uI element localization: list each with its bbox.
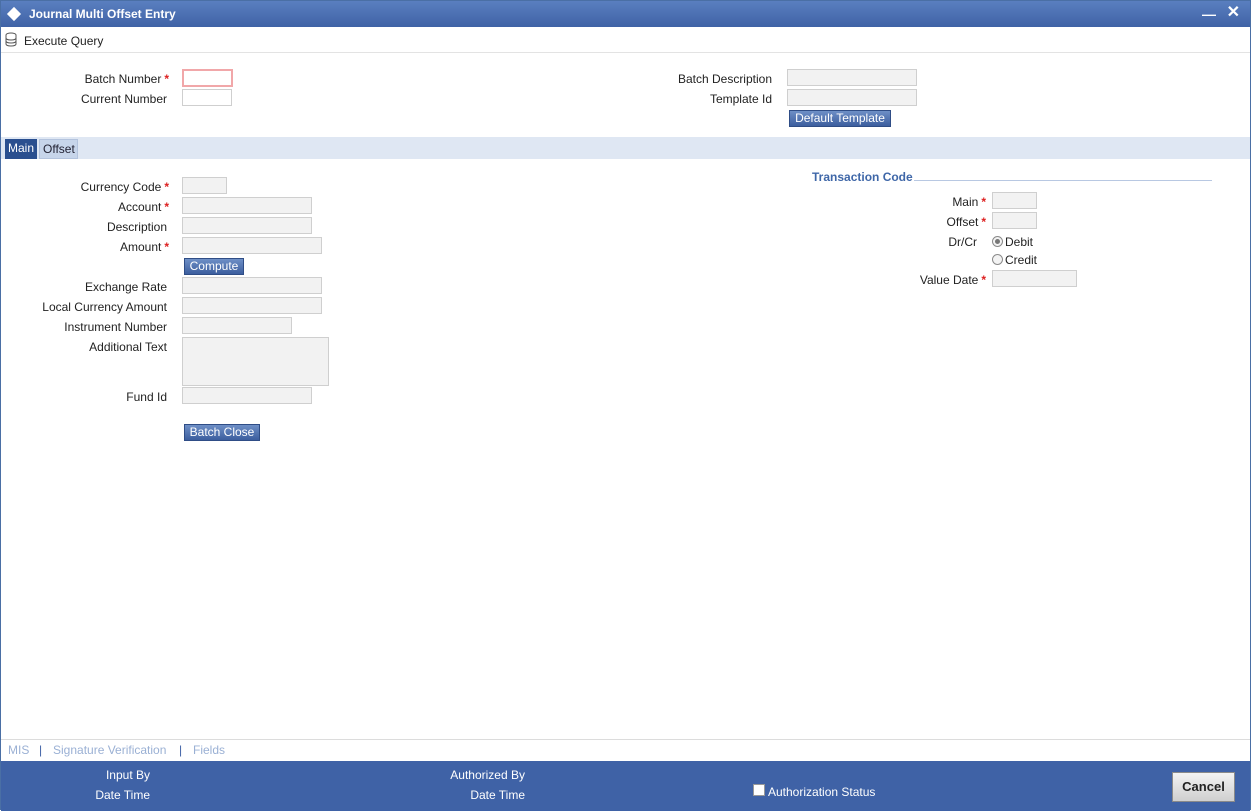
description-label: Description xyxy=(106,220,167,234)
currency-code-label: Currency Code * xyxy=(80,180,169,194)
section-divider xyxy=(914,180,1212,181)
instrument-number-input[interactable] xyxy=(182,317,292,334)
tc-offset-input[interactable] xyxy=(992,212,1037,229)
value-date-input[interactable] xyxy=(992,270,1077,287)
batch-description-input[interactable] xyxy=(787,69,917,86)
execute-query-button[interactable]: Execute Query xyxy=(24,34,103,48)
currency-code-input[interactable] xyxy=(182,177,227,194)
journal-multi-offset-window: Journal Multi Offset Entry — ✕ Execute Q… xyxy=(0,0,1251,811)
date-time-label-2: Date Time xyxy=(470,788,525,802)
additional-text-textarea[interactable] xyxy=(182,337,329,386)
batch-number-label: Batch Number * xyxy=(84,72,169,86)
mis-link[interactable]: MIS xyxy=(8,743,29,757)
fund-id-label: Fund Id xyxy=(126,390,167,404)
batch-close-button[interactable]: Batch Close xyxy=(184,424,260,441)
tc-main-label: Main * xyxy=(952,195,986,209)
account-input[interactable] xyxy=(182,197,312,214)
tab-offset[interactable]: Offset xyxy=(39,139,78,159)
current-number-label: Current Number xyxy=(80,92,167,106)
footer-bar: Input By Date Time Authorized By Date Ti… xyxy=(1,761,1250,811)
database-icon[interactable] xyxy=(4,32,20,48)
signature-verification-link[interactable]: Signature Verification xyxy=(53,743,166,757)
exchange-rate-label: Exchange Rate xyxy=(84,280,167,294)
amount-input[interactable] xyxy=(182,237,322,254)
tab-bar: Main Offset xyxy=(1,137,1250,159)
link-separator: | xyxy=(39,743,43,757)
compute-button[interactable]: Compute xyxy=(184,258,244,275)
authorized-by-label: Authorized By xyxy=(450,768,525,782)
fields-link[interactable]: Fields xyxy=(193,743,225,757)
authorization-status-checkbox[interactable] xyxy=(753,784,765,796)
account-label: Account * xyxy=(117,200,169,214)
authorization-status-label: Authorization Status xyxy=(768,785,876,799)
batch-number-input[interactable] xyxy=(182,69,233,87)
close-icon[interactable]: ✕ xyxy=(1227,5,1240,21)
minimize-icon[interactable]: — xyxy=(1202,7,1216,21)
credit-radio[interactable] xyxy=(992,254,1003,265)
debit-radio[interactable] xyxy=(992,236,1003,247)
tc-offset-label: Offset * xyxy=(946,215,986,229)
input-by-label: Input By xyxy=(105,768,150,782)
additional-text-label: Additional Text xyxy=(89,340,167,354)
link-separator: | xyxy=(179,743,183,757)
template-id-label: Template Id xyxy=(709,92,772,106)
template-id-input[interactable] xyxy=(787,89,917,106)
date-time-label-1: Date Time xyxy=(95,788,150,802)
title-bar: Journal Multi Offset Entry — ✕ xyxy=(1,1,1250,27)
window-diamond-icon xyxy=(6,6,22,22)
tc-main-input[interactable] xyxy=(992,192,1037,209)
current-number-input[interactable] xyxy=(182,89,232,106)
tab-main[interactable]: Main xyxy=(5,139,37,159)
description-input[interactable] xyxy=(182,217,312,234)
window-title: Journal Multi Offset Entry xyxy=(29,7,176,21)
bottom-links-bar: MIS | Signature Verification | Fields xyxy=(1,739,1250,761)
value-date-label: Value Date * xyxy=(919,273,986,287)
drcr-label: Dr/Cr xyxy=(948,235,977,249)
exchange-rate-input[interactable] xyxy=(182,277,322,294)
fund-id-input[interactable] xyxy=(182,387,312,404)
toolbar: Execute Query xyxy=(1,29,1250,53)
debit-radio-label: Debit xyxy=(1005,235,1034,249)
local-currency-amount-input[interactable] xyxy=(182,297,322,314)
cancel-button[interactable]: Cancel xyxy=(1172,772,1235,802)
local-currency-amount-label: Local Currency Amount xyxy=(42,300,167,314)
batch-description-label: Batch Description xyxy=(677,72,772,86)
instrument-number-label: Instrument Number xyxy=(64,320,167,334)
transaction-code-title: Transaction Code xyxy=(812,170,913,184)
default-template-button[interactable]: Default Template xyxy=(789,110,891,127)
amount-label: Amount * xyxy=(119,240,169,254)
credit-radio-label: Credit xyxy=(1005,253,1038,267)
